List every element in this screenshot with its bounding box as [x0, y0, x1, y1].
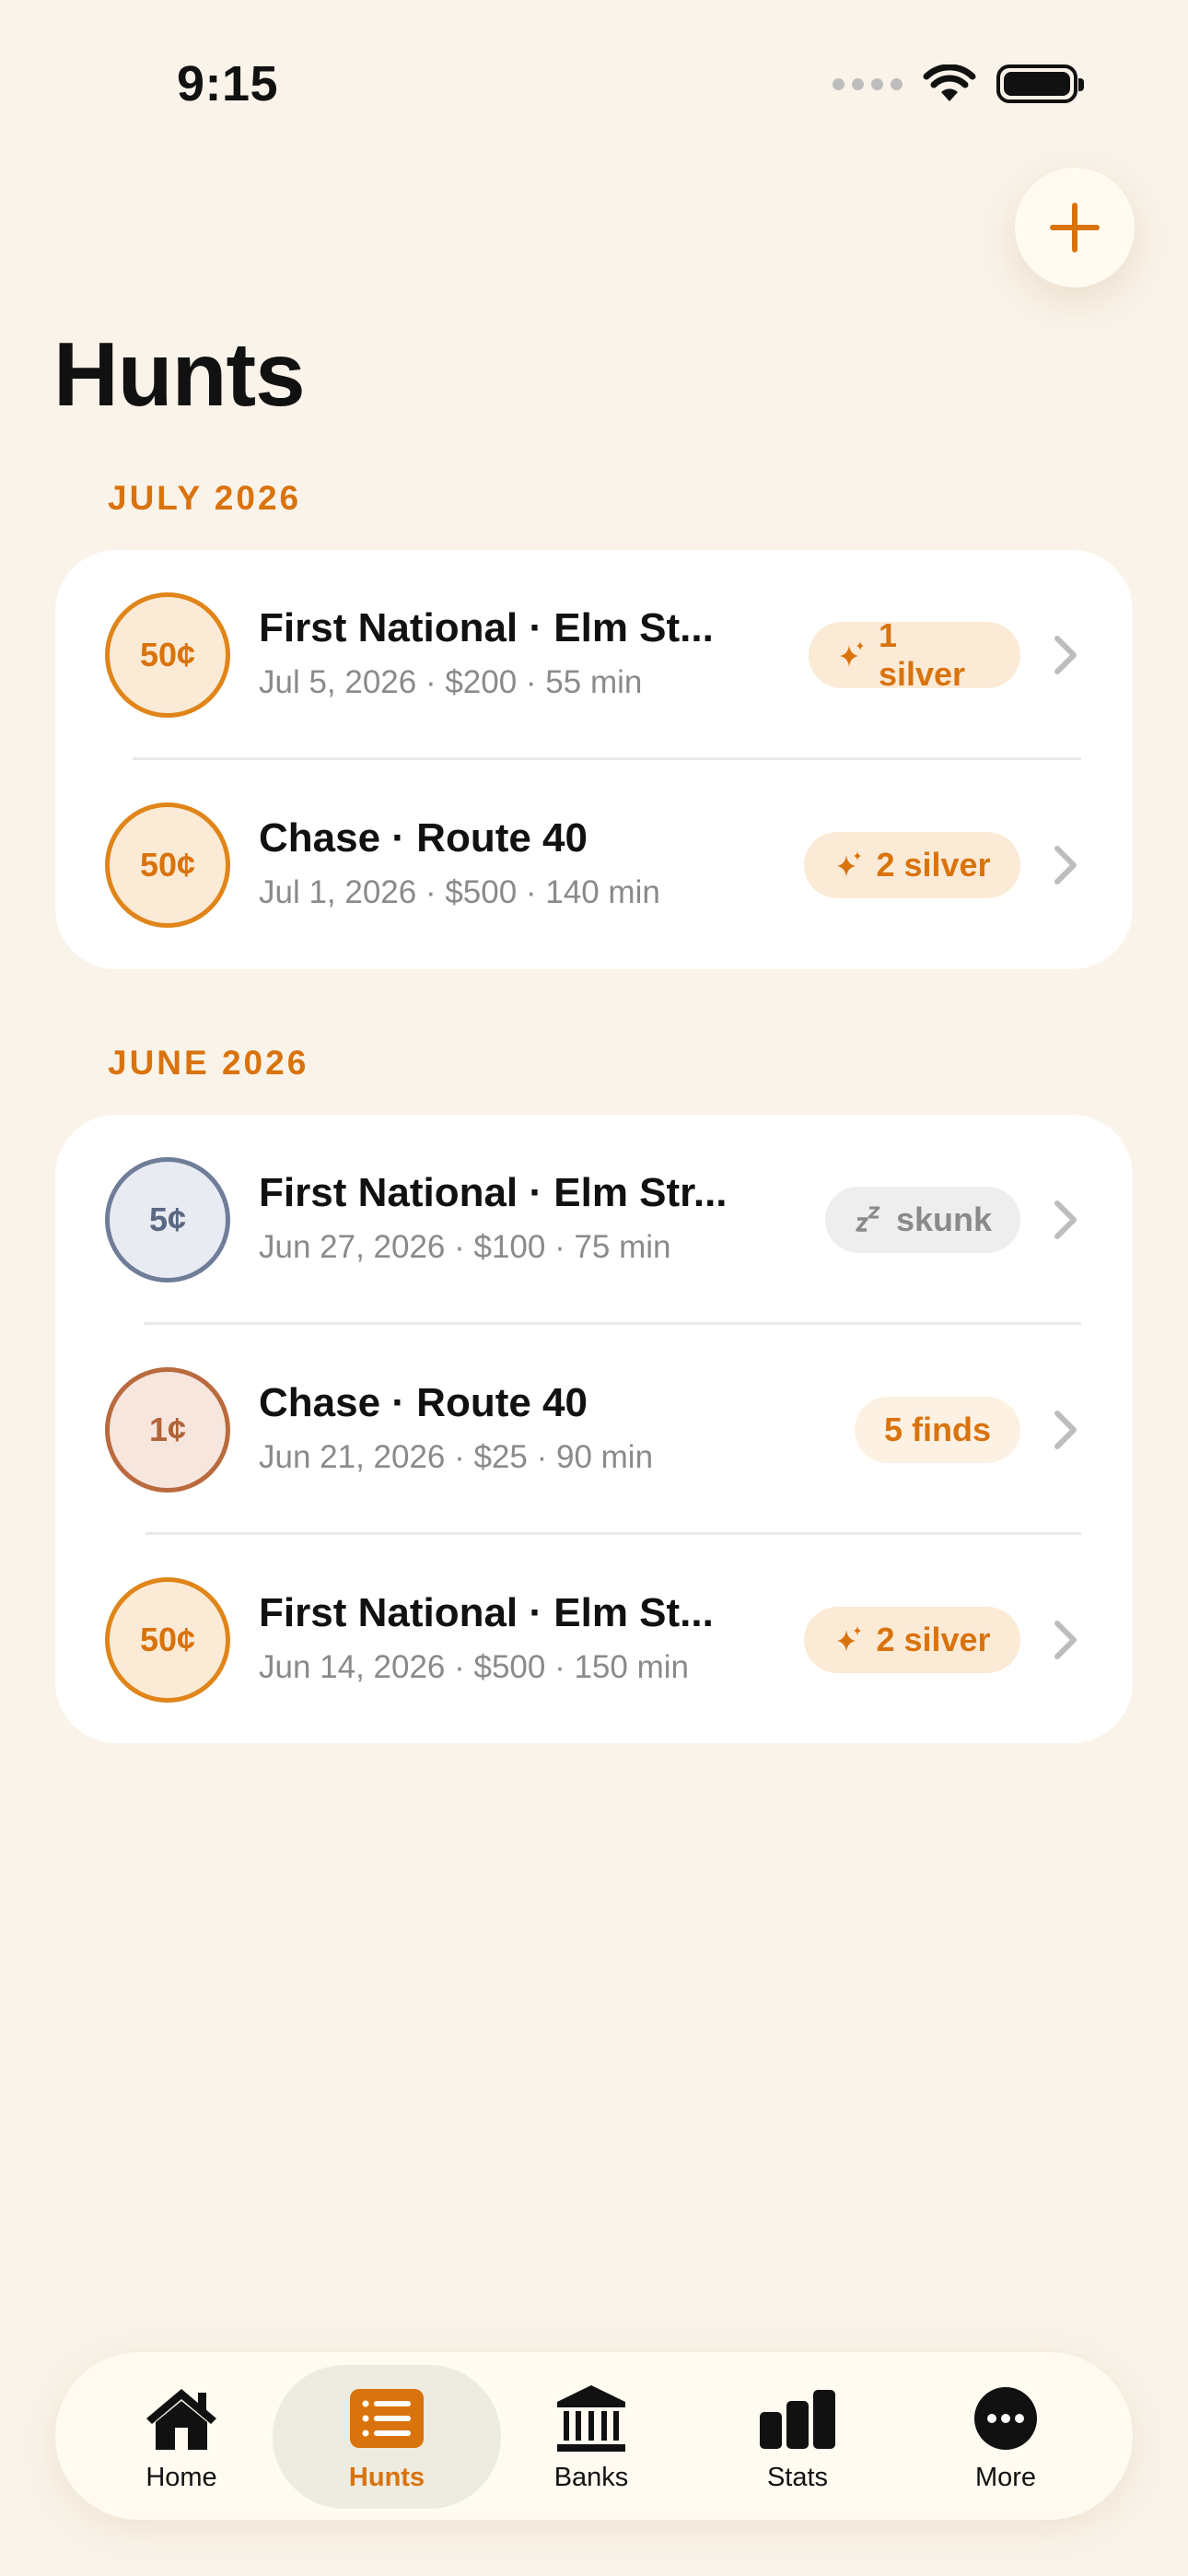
- section-header-july: JULY 2026: [108, 479, 302, 517]
- status-badge: 1 silver: [809, 616, 1020, 693]
- tab-bar: Home Hunts Banks Stats More: [55, 2352, 1133, 2520]
- badge-label: 2 silver: [876, 846, 991, 884]
- hunt-list-card: 50¢ First National · Elm St... Jul 5, 20…: [55, 550, 1133, 969]
- hunt-subtitle: Jul 1, 2026 · $500 · 140 min: [259, 874, 660, 910]
- bank-icon: [557, 2385, 625, 2452]
- coin-icon: 1¢: [105, 1367, 230, 1493]
- sleep-icon: [856, 1206, 880, 1232]
- section-header-june: JUNE 2026: [108, 1044, 309, 1082]
- bar-chart-icon: [760, 2390, 835, 2449]
- hunt-subtitle: Jun 27, 2026 · $100 · 75 min: [259, 1229, 671, 1265]
- tab-label: Banks: [553, 2463, 629, 2492]
- coin-icon: 50¢: [105, 802, 230, 928]
- tab-hunts[interactable]: Hunts: [273, 2352, 501, 2520]
- hunt-subtitle: Jul 5, 2026 · $200 · 55 min: [259, 664, 643, 700]
- sparkle-icon: [837, 1626, 862, 1652]
- hunt-row[interactable]: 5¢ First National · Elm Str... Jun 27, 2…: [55, 1115, 1133, 1325]
- hunt-title: First National · Elm St...: [259, 605, 714, 650]
- hunt-list-card: 5¢ First National · Elm Str... Jun 27, 2…: [55, 1115, 1133, 1743]
- sparkle-icon: [837, 851, 862, 877]
- chevron-right-icon: [1054, 636, 1077, 674]
- coin-icon: 50¢: [105, 592, 230, 718]
- status-badge: skunk: [825, 1187, 1020, 1253]
- add-hunt-button[interactable]: [1015, 168, 1135, 287]
- chevron-right-icon: [1054, 1411, 1077, 1449]
- chevron-right-icon: [1054, 1200, 1077, 1239]
- hunt-row[interactable]: 50¢ First National · Elm St... Jul 5, 20…: [55, 550, 1133, 760]
- badge-label: 1 silver: [878, 616, 966, 693]
- tab-home[interactable]: Home: [108, 2352, 255, 2520]
- hunt-row[interactable]: 50¢ First National · Elm St... Jun 14, 2…: [55, 1535, 1133, 1745]
- hunt-title: Chase · Route 40: [259, 815, 588, 861]
- status-badge: 5 finds: [855, 1397, 1020, 1463]
- house-icon: [146, 2389, 216, 2450]
- page-title: Hunts: [53, 323, 306, 425]
- battery-icon: [996, 64, 1084, 103]
- hunt-title: First National · Elm St...: [259, 1590, 714, 1635]
- hunt-row[interactable]: 50¢ Chase · Route 40 Jul 1, 2026 · $500 …: [55, 760, 1133, 970]
- status-badge: 2 silver: [804, 1607, 1020, 1673]
- tab-label: More: [974, 2463, 1037, 2492]
- list-icon: [350, 2389, 424, 2448]
- chevron-right-icon: [1054, 1621, 1077, 1659]
- tab-label: Home: [146, 2463, 217, 2492]
- hunt-title: Chase · Route 40: [259, 1380, 588, 1425]
- coin-icon: 50¢: [105, 1577, 230, 1703]
- status-time: 9:15: [177, 56, 279, 111]
- hunt-row[interactable]: 1¢ Chase · Route 40 Jun 21, 2026 · $25 ·…: [55, 1325, 1133, 1535]
- cellular-signal-icon: [833, 77, 903, 90]
- tab-label: Hunts: [348, 2463, 425, 2492]
- chevron-right-icon: [1054, 846, 1077, 884]
- tab-stats[interactable]: Stats: [724, 2352, 871, 2520]
- ellipsis-icon: [974, 2387, 1037, 2450]
- hunt-title: First National · Elm Str...: [259, 1170, 728, 1215]
- hunt-subtitle: Jun 21, 2026 · $25 · 90 min: [259, 1439, 654, 1475]
- badge-label: 5 finds: [883, 1411, 991, 1448]
- badge-label: 2 silver: [876, 1621, 991, 1658]
- tab-more[interactable]: More: [932, 2352, 1079, 2520]
- hunt-subtitle: Jun 14, 2026 · $500 · 150 min: [259, 1649, 689, 1685]
- sparkle-icon: [839, 641, 864, 667]
- plus-icon: [1050, 203, 1100, 252]
- coin-icon: 5¢: [105, 1157, 230, 1282]
- tab-label: Stats: [766, 2463, 829, 2492]
- status-badge: 2 silver: [804, 832, 1020, 898]
- status-icons: [833, 64, 1084, 103]
- tab-banks[interactable]: Banks: [518, 2352, 665, 2520]
- badge-label: skunk: [895, 1200, 993, 1238]
- wifi-icon: [923, 64, 976, 101]
